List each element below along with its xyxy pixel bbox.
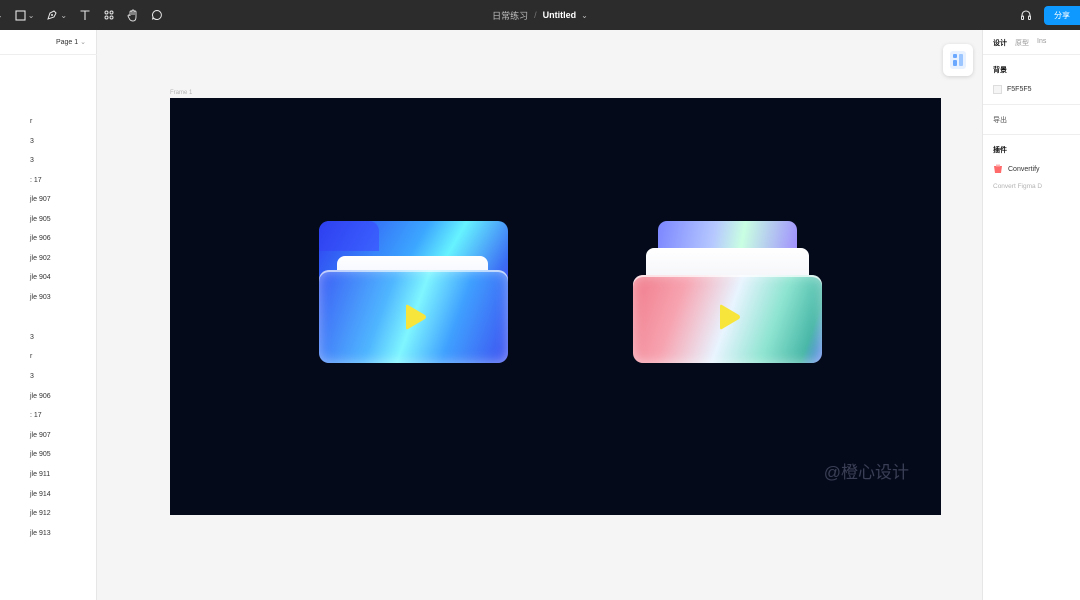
plugin-float-button[interactable] [943,44,973,76]
resources-icon [104,10,114,20]
plugin-logo-icon [950,51,966,69]
hand-tool-button[interactable] [127,0,139,30]
layer-item[interactable]: jle 907 [30,432,51,439]
layer-item[interactable]: jle 911 [30,471,50,478]
plugin-name: Convertify [1008,165,1040,173]
layer-item[interactable]: 3 [30,373,34,380]
shape-tool-button[interactable]: ⌄ [15,0,35,30]
divider [983,104,1080,105]
frame-1[interactable]: @橙心设计 [170,98,941,515]
blue-folder-tab [319,221,379,251]
layer-item[interactable]: r [30,353,32,360]
chevron-down-icon[interactable]: ⌄ [581,11,588,20]
share-button[interactable]: 分享 [1044,5,1080,25]
background-heading: 背景 [993,67,1007,74]
layer-item[interactable]: jle 913 [30,530,51,537]
frame-label[interactable]: Frame 1 [170,90,192,96]
play-icon [720,304,740,330]
export-label[interactable]: 导出 [993,115,1007,125]
layer-item[interactable]: jle 912 [30,510,51,517]
page-label: Page 1 [55,39,79,46]
layer-item[interactable]: jle 907 [30,196,51,203]
background-swatch[interactable] [993,85,1002,94]
rectangle-icon [15,9,26,21]
convertify-icon [994,164,1002,173]
layer-item[interactable]: r [30,118,32,125]
text-icon [80,10,90,20]
toolbar-right: 分享 [1020,0,1080,30]
layers-panel: Page 1 ⌄ r 3 3 : 17 jle 907 jle 905 jle 9… [0,30,97,600]
divider [983,134,1080,135]
tab-prototype[interactable]: 原型 [1015,38,1029,48]
layer-item[interactable]: jle 906 [30,393,51,400]
layer-item[interactable]: : 17 [30,177,42,184]
hand-icon [127,9,137,21]
layer-item[interactable]: jle 902 [30,255,51,262]
layer-item[interactable]: 3 [30,138,34,145]
panel-tabs: 设计 原型 Ins [993,38,1046,48]
tab-inspect[interactable]: Ins [1037,38,1046,48]
figma-editor: ⌄ ⌄ ⌄ 日常练习 / [0,0,1080,600]
divider [0,54,97,55]
chevron-down-icon: ⌄ [27,10,35,20]
layer-item[interactable]: jle 904 [30,274,51,281]
layer-item[interactable]: 3 [30,157,34,164]
chevron-down-icon: ⌄ [60,10,68,20]
canvas[interactable]: Frame 1 @橙心设计 [97,30,982,600]
frame-tool-button[interactable]: ⌄ [0,0,3,30]
chevron-down-icon: ⌄ [0,11,3,20]
plugin-description: Convert Figma D [993,183,1043,190]
layer-item[interactable]: 3 [30,334,34,341]
chevron-down-icon: ⌄ [80,39,86,46]
play-icon [406,304,426,330]
tab-design[interactable]: 设计 [993,38,1007,48]
layer-item[interactable]: jle 905 [30,451,51,458]
comment-tool-button[interactable] [151,0,163,30]
top-toolbar: ⌄ ⌄ ⌄ 日常练习 / [0,0,1080,30]
divider [983,54,1080,55]
headphones-icon[interactable] [1020,9,1032,21]
tool-group: ⌄ ⌄ ⌄ [0,0,163,30]
plugin-item[interactable]: Convertify [993,164,1040,174]
page-selector[interactable]: Page 1 ⌄ [56,38,86,46]
file-name[interactable]: Untitled [543,10,577,20]
comment-icon [152,9,162,20]
layer-item[interactable]: : 17 [30,412,42,419]
text-tool-button[interactable] [79,0,91,30]
pen-icon [47,10,58,20]
layer-item[interactable]: jle 906 [30,235,51,242]
design-panel: 设计 原型 Ins 背景 F5F5F5 导出 插件 Convertify Con… [982,30,1080,600]
background-value[interactable]: F5F5F5 [1007,86,1032,93]
layer-item[interactable]: jle 914 [30,491,51,498]
resources-tool-button[interactable] [103,0,115,30]
title-separator: / [534,10,537,20]
pen-tool-button[interactable]: ⌄ [46,0,67,30]
watermark: @橙心设计 [823,463,909,482]
plugins-heading: 插件 [993,147,1007,154]
layer-item[interactable]: jle 903 [30,294,51,301]
layer-item[interactable]: jle 905 [30,216,51,223]
project-name[interactable]: 日常练习 [492,9,528,22]
